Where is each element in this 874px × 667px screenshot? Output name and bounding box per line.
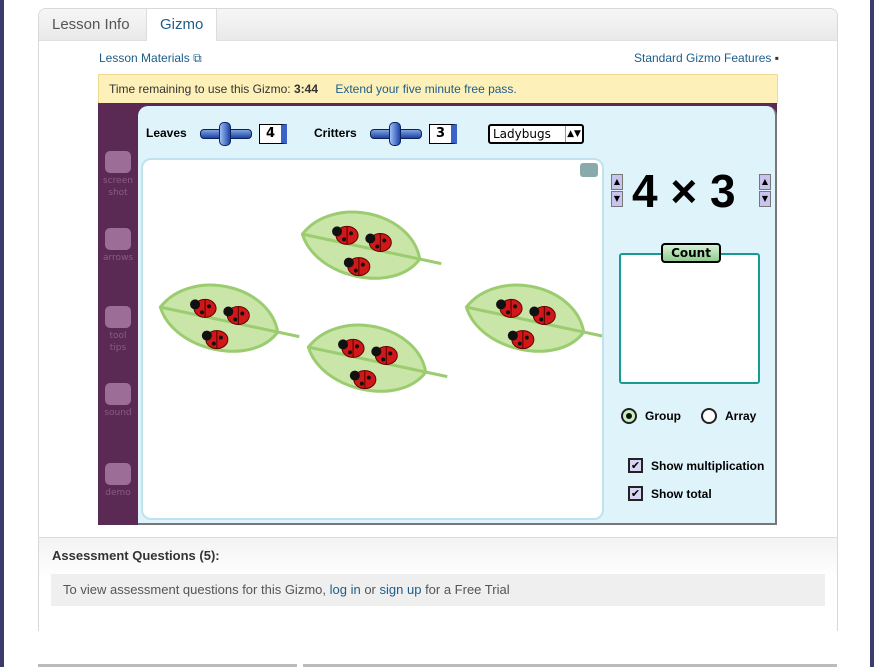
- critters-label: Critters: [314, 126, 357, 140]
- free-trial-text: for a Free Trial: [425, 582, 510, 597]
- group-label: Group: [645, 409, 681, 423]
- leaves-slider[interactable]: [200, 122, 252, 146]
- tooltip-icon: [105, 306, 131, 328]
- camera-icon: [105, 151, 131, 173]
- assessment-text: To view assessment questions for this Gi…: [63, 582, 326, 597]
- show-multiplication-label: Show multiplication: [651, 459, 765, 473]
- or-text: or: [364, 582, 376, 597]
- leaf[interactable]: [154, 274, 307, 368]
- login-link[interactable]: log in: [330, 582, 361, 597]
- tv-icon: [105, 463, 131, 485]
- toolbar-tooltip-button[interactable]: tool tips: [98, 306, 138, 354]
- toolbar-speaker-button[interactable]: sound: [98, 383, 138, 419]
- expression-right: 3: [710, 165, 736, 217]
- leaves-stepper[interactable]: ▲ ▼: [611, 174, 623, 207]
- timer-bar: Time remaining to use this Gizmo: 3:44 E…: [98, 74, 778, 104]
- toolbar-label: tool tips: [109, 331, 127, 353]
- assessment-message: To view assessment questions for this Gi…: [51, 574, 825, 606]
- show-multiplication-checkbox[interactable]: ✔: [628, 458, 643, 473]
- multiplication-expression: 4 × 3: [632, 164, 736, 218]
- expression-operator: ×: [670, 165, 698, 217]
- timer-label: Time remaining to use this Gizmo:: [109, 82, 291, 96]
- array-label: Array: [725, 409, 757, 423]
- toolbar-label: sound: [104, 408, 132, 418]
- down-arrow-icon[interactable]: ▼: [759, 191, 771, 207]
- up-arrow-icon[interactable]: ▲: [611, 174, 623, 190]
- tab-lesson-info[interactable]: Lesson Info: [39, 9, 143, 40]
- critters-stepper[interactable]: ▲ ▼: [759, 174, 771, 207]
- up-arrow-icon[interactable]: ▲: [759, 174, 771, 190]
- array-radio[interactable]: [701, 408, 717, 424]
- leaf[interactable]: [460, 274, 602, 368]
- tab-gizmo[interactable]: Gizmo: [146, 9, 218, 41]
- lesson-materials-link[interactable]: Lesson Materials ⧉: [99, 51, 202, 66]
- count-display: [619, 253, 760, 384]
- toolbar-camera-button[interactable]: screen shot: [98, 151, 138, 199]
- leaf[interactable]: [302, 314, 455, 408]
- show-total-label: Show total: [651, 487, 712, 501]
- window-edge-left: [0, 0, 4, 667]
- leaves-slider-handle[interactable]: [219, 122, 231, 146]
- simulation-canvas: [141, 158, 604, 520]
- assessment-section: Assessment Questions (5): To view assess…: [39, 537, 837, 631]
- critters-slider[interactable]: [370, 122, 422, 146]
- critters-slider-handle[interactable]: [389, 122, 401, 146]
- leaves-input[interactable]: 4: [259, 124, 287, 144]
- toolbar-label: arrows: [103, 253, 134, 263]
- count-button[interactable]: Count: [661, 243, 721, 263]
- leaf[interactable]: [296, 201, 449, 295]
- signup-link[interactable]: sign up: [380, 582, 422, 597]
- film-icon: ▪: [774, 51, 779, 65]
- leaves-scene: [154, 201, 602, 408]
- tab-bar: Lesson Info Gizmo: [39, 9, 837, 41]
- down-arrow-icon[interactable]: ▼: [611, 191, 623, 207]
- leaves-label: Leaves: [146, 126, 187, 140]
- external-link-icon: ⧉: [193, 51, 202, 65]
- expression-left: 4: [632, 165, 658, 217]
- toolbar-label: screen shot: [103, 176, 133, 198]
- updown-icon: ▲▼: [565, 126, 582, 142]
- assessment-title: Assessment Questions (5):: [52, 548, 220, 563]
- lesson-materials-label: Lesson Materials: [99, 51, 190, 65]
- group-radio[interactable]: [621, 408, 637, 424]
- show-total-checkbox[interactable]: ✔: [628, 486, 643, 501]
- standard-features-label: Standard Gizmo Features: [633, 51, 772, 65]
- simulation-panel: Leaves 4 Critters 3 Ladybugs ▲▼ ▲ ▼ 4 × 3 …: [138, 106, 777, 525]
- timer-value: 3:44: [293, 82, 318, 96]
- window-edge-right: [870, 0, 874, 667]
- gizmo-area: screen shot arrows tool tips sound demo Leav…: [98, 103, 777, 525]
- toolbar-tv-button[interactable]: demo: [98, 463, 138, 499]
- speaker-icon: [105, 383, 131, 405]
- toolbar-label: demo: [105, 488, 131, 498]
- extend-pass-link[interactable]: Extend your five minute free pass.: [335, 82, 516, 96]
- critter-type-value: Ladybugs: [493, 127, 551, 141]
- gizmo-card: Lesson Info Gizmo Lesson Materials ⧉ Sta…: [38, 8, 838, 631]
- toolbar-arrows-button[interactable]: arrows: [98, 228, 138, 264]
- critters-input[interactable]: 3: [429, 124, 457, 144]
- critter-type-select[interactable]: Ladybugs ▲▼: [488, 124, 584, 144]
- standard-features-link[interactable]: Standard Gizmo Features ▪: [634, 51, 779, 65]
- arrows-icon: [105, 228, 131, 250]
